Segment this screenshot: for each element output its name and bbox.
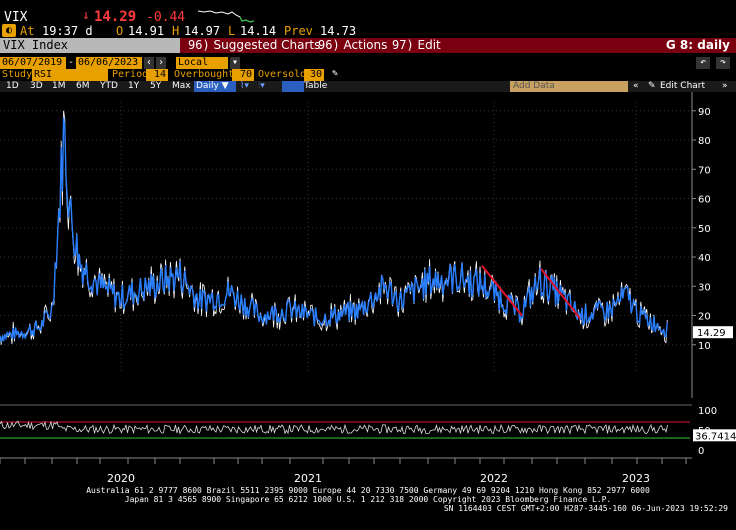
next-range-button[interactable]: › <box>156 57 166 69</box>
frequency-label: Daily <box>196 81 219 91</box>
edit-num: 97) <box>392 38 414 52</box>
last-value-label: 14.29 <box>697 328 726 339</box>
rsi-panel: 05010036.7414 <box>0 406 736 457</box>
suggested-num: 96) <box>188 38 210 52</box>
x-axis: 2020 2021 2022 2023 <box>0 457 692 485</box>
open-label: O <box>116 24 124 38</box>
low-label: L <box>228 24 236 38</box>
x-tick-label-2021: 2021 <box>294 472 322 485</box>
prev-value: 14.73 <box>320 24 357 38</box>
study-label: Study <box>2 69 33 80</box>
frequency-dropdown[interactable]: Daily ▼ <box>194 81 236 92</box>
add-data-field[interactable]: Add Data <box>510 81 628 92</box>
y-tick-label-30: 30 <box>698 282 711 293</box>
rsi-last-label: 36.7414 <box>695 431 736 442</box>
line-style-icon[interactable] <box>282 81 304 92</box>
y-tick-label-60: 60 <box>698 195 711 206</box>
edit-chart-icon[interactable]: ✎ <box>648 81 656 92</box>
period-button-5y[interactable]: 5Y <box>150 81 161 92</box>
edit-chart-button[interactable]: Edit Chart <box>660 81 705 92</box>
edit-menu[interactable]: 97) Edit <box>392 38 441 53</box>
indicator-icon[interactable]: ⫶▾ <box>258 81 265 92</box>
high-label: H <box>172 24 180 38</box>
redo-icon[interactable]: ↷ <box>716 57 730 69</box>
period-button-1d[interactable]: 1D <box>6 81 19 92</box>
price-change: -0.44 <box>146 10 186 25</box>
oversold-field[interactable]: 30 <box>304 69 324 81</box>
overbought-field[interactable]: 70 <box>232 69 254 81</box>
undo-icon[interactable]: ↶ <box>696 57 710 69</box>
y-axis: 10 20 30 40 50 60 70 80 90 14.29 <box>0 92 733 406</box>
period-button-max[interactable]: Max <box>172 81 191 92</box>
footer-line-3: SN 1164403 CEST GMT+2:00 H287-3445-160 0… <box>443 504 728 513</box>
last-price: 14.29 <box>94 9 137 25</box>
period-button-1y[interactable]: 1Y <box>128 81 139 92</box>
x-tick-label-2022: 2022 <box>480 472 508 485</box>
rsi-line <box>0 420 668 435</box>
trendline-1 <box>481 265 523 317</box>
y-tick-label-20: 20 <box>698 312 711 323</box>
overbought-label: Overbought <box>174 69 235 80</box>
chart-type-icon[interactable]: ⌇▾ <box>240 81 249 92</box>
collapse-icon[interactable]: « <box>633 81 639 92</box>
expand-icon[interactable]: » <box>722 81 728 92</box>
open-value: 14.91 <box>128 24 165 38</box>
actions-num: 96) <box>318 38 340 52</box>
period-button-6m[interactable]: 6M <box>76 81 90 92</box>
period-label: Period <box>112 69 149 80</box>
series-blue <box>0 117 668 344</box>
price-chart[interactable]: 10 20 30 40 50 60 70 80 90 14.29 2020 2021 2022 2023… <box>0 92 736 486</box>
suggested-label: Suggested Charts <box>213 38 321 52</box>
footer-line-1: Australia 61 2 9777 8600 Brazil 5511 239… <box>86 486 650 495</box>
low-value: 14.14 <box>240 24 277 38</box>
oversold-label: Oversold <box>258 69 307 80</box>
actions-menu[interactable]: 96) Actions <box>318 38 387 53</box>
suggested-charts-menu[interactable]: 96) Suggested Charts <box>188 38 320 53</box>
y-tick-label-10: 10 <box>698 341 711 352</box>
start-date-field[interactable]: 06/07/2019 <box>0 57 66 69</box>
period-button-1m[interactable]: 1M <box>52 81 66 92</box>
range-dash: - <box>68 57 75 68</box>
pencil-icon[interactable]: ✎ <box>332 68 338 80</box>
x-tick-label-2020: 2020 <box>107 472 135 485</box>
table-button[interactable]: Table <box>304 81 327 92</box>
grid-lines <box>0 102 690 374</box>
sparkline <box>198 10 254 23</box>
study-field[interactable]: RSI <box>32 69 108 81</box>
quote-icon[interactable]: ◐ <box>2 24 16 37</box>
at-label: At <box>20 24 35 38</box>
period-field[interactable]: 14 <box>146 69 168 81</box>
security-field[interactable]: VIX Index <box>0 38 180 53</box>
period-button-ytd[interactable]: YTD <box>100 81 118 92</box>
quote-time: 19:37 d <box>42 24 93 38</box>
rsi-tick-label-100: 100 <box>698 406 717 417</box>
y-tick-label-50: 50 <box>698 224 711 235</box>
currency-dropdown-icon[interactable]: ▾ <box>230 57 240 69</box>
currency-field[interactable]: Local CCY <box>176 57 228 80</box>
y-tick-label-40: 40 <box>698 253 711 264</box>
prev-range-button[interactable]: ‹ <box>144 57 154 69</box>
x-tick-label-2023: 2023 <box>622 472 650 485</box>
down-arrow-icon: ↓ <box>82 8 90 23</box>
ticker-symbol: VIX <box>4 10 28 25</box>
end-date-field[interactable]: 06/06/2023 <box>76 57 142 69</box>
y-tick-label-70: 70 <box>698 165 711 176</box>
period-button-3d[interactable]: 3D <box>30 81 43 92</box>
graph-title: G 8: daily <box>665 38 730 52</box>
edit-label: Edit <box>417 38 441 52</box>
footer-line-2: Japan 81 3 4565 8900 Singapore 65 6212 1… <box>124 495 612 504</box>
prev-label: Prev <box>284 24 313 38</box>
footer: Australia 61 2 9777 8600 Brazil 5511 239… <box>0 486 736 513</box>
rsi-tick-label-0: 0 <box>698 446 704 457</box>
y-tick-label-80: 80 <box>698 136 711 147</box>
y-tick-label-90: 90 <box>698 107 711 118</box>
actions-label: Actions <box>343 38 388 52</box>
high-value: 14.97 <box>184 24 221 38</box>
